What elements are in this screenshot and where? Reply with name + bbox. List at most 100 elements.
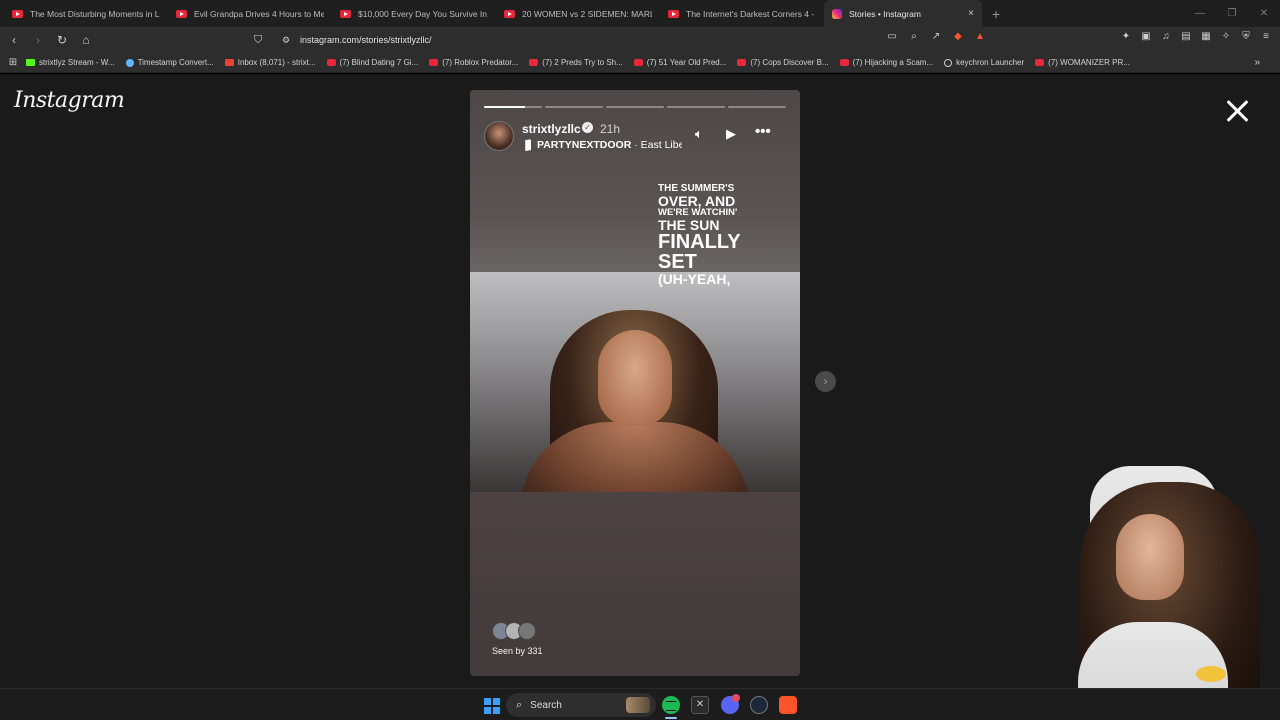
youtube-icon	[326, 59, 336, 66]
new-tab-button[interactable]: +	[992, 6, 1000, 22]
next-story-icon[interactable]: ›	[815, 371, 836, 392]
lyrics-line: SET	[658, 250, 697, 273]
youtube-icon	[1035, 59, 1045, 66]
url-text[interactable]: instagram.com/stories/strixtlyzllc/	[300, 35, 432, 45]
bookmark-label: (7) Blind Dating 7 Gi...	[339, 58, 419, 67]
bookmark-item[interactable]: (7) Hijacking a Scam...	[839, 58, 934, 67]
bookmark-label: (7) Roblox Predator...	[442, 58, 519, 67]
bookmark-item[interactable]: keychron Launcher	[944, 58, 1024, 67]
tab-title: Evil Grandpa Drives 4 Hours to Meet	[194, 8, 324, 19]
more-options-icon[interactable]: •••	[755, 123, 771, 140]
tab-title: Stories • Instagram	[849, 8, 921, 19]
sidebar-icon[interactable]: ▤	[1180, 31, 1192, 43]
terminal-icon[interactable]: ✕	[691, 696, 709, 714]
taskbar-search[interactable]: ⌕ Search	[506, 693, 656, 717]
bookmark-label: (7) 51 Year Old Pred...	[646, 58, 727, 67]
address-bar-actions: ▭ ⌕ ↗ ◆ ▲	[886, 31, 986, 43]
home-icon[interactable]: ⌂	[76, 33, 96, 47]
share-icon[interactable]: ↗	[930, 31, 942, 43]
story-author-avatar[interactable]	[484, 121, 514, 151]
brave-browser-icon[interactable]	[779, 696, 797, 714]
streamer-pendant	[1196, 666, 1226, 682]
forward-icon[interactable]: ›	[28, 33, 48, 47]
lyrics-line: FINALLY	[658, 230, 741, 253]
minimize-icon[interactable]: —	[1184, 0, 1216, 27]
tab-title: $10,000 Every Day You Survive In The	[358, 8, 488, 19]
play-icon[interactable]: ▶	[726, 126, 736, 142]
tab-list: The Most Disturbing Moments in Liv Evil G…	[4, 0, 982, 27]
screenshot-icon[interactable]: ▣	[1140, 31, 1152, 43]
story-viewer[interactable]: strixtlyzllc ✓ 21h ▐▍ PARTYNEXTDOOR · Ea…	[470, 90, 800, 676]
youtube-favicon-icon	[504, 9, 515, 18]
story-progress	[484, 106, 786, 108]
bookmark-item[interactable]: (7) 51 Year Old Pred...	[633, 58, 727, 67]
progress-segment	[545, 106, 603, 108]
bookmark-item[interactable]: (7) Cops Discover B...	[737, 58, 829, 67]
tab[interactable]: The Internet's Darkest Corners 4 - Yo	[660, 0, 824, 27]
bookmark-label: strixtlyz Stream - W...	[39, 58, 115, 67]
reload-icon[interactable]: ↻	[52, 33, 72, 47]
story-timestamp: 21h	[600, 122, 621, 136]
close-window-icon[interactable]: ✕	[1248, 0, 1280, 27]
close-tab-icon[interactable]: ×	[968, 8, 974, 19]
tab[interactable]: Evil Grandpa Drives 4 Hours to Meet	[168, 0, 332, 27]
bookmark-label: (7) WOMANIZER PR...	[1048, 58, 1130, 67]
back-icon[interactable]: ‹	[4, 33, 24, 47]
leo-ai-icon[interactable]: ✧	[1220, 31, 1232, 43]
web-icon	[944, 58, 953, 67]
progress-fill	[484, 106, 525, 108]
bookmark-item[interactable]: Inbox (8,071) - strixt...	[224, 58, 316, 67]
site-info-icon[interactable]: ⚙	[282, 35, 294, 46]
tab-title: 20 WOMEN vs 2 SIDEMEN: MARLON	[522, 8, 652, 19]
zoom-icon[interactable]: ⌕	[908, 31, 920, 43]
bookmark-label: (7) 2 Preds Try to Sh...	[542, 58, 623, 67]
progress-segment	[606, 106, 664, 108]
progress-segment	[667, 106, 725, 108]
more-bookmarks-icon[interactable]: »	[1254, 57, 1260, 68]
youtube-favicon-icon	[340, 9, 351, 18]
bookmark-item[interactable]: (7) 2 Preds Try to Sh...	[529, 58, 623, 67]
lyrics-line: OVER, AND	[658, 193, 736, 209]
tab[interactable]: 20 WOMEN vs 2 SIDEMEN: MARLON	[496, 0, 660, 27]
story-photo	[470, 272, 800, 492]
menu-icon[interactable]: ≡	[1260, 31, 1272, 43]
story-author-username[interactable]: strixtlyzllc	[522, 122, 581, 136]
bookmark-item[interactable]: (7) Blind Dating 7 Gi...	[326, 58, 419, 67]
extensions-icon[interactable]: ✦	[1120, 31, 1132, 43]
tab[interactable]: The Most Disturbing Moments in Liv	[4, 0, 168, 27]
person-face	[598, 330, 672, 426]
bookmark-label: (7) Hijacking a Scam...	[852, 58, 934, 67]
wallet-icon[interactable]: ▦	[1200, 31, 1212, 43]
tab-title: The Internet's Darkest Corners 4 - Yo	[686, 8, 816, 19]
close-story-icon[interactable]	[1224, 98, 1250, 124]
bookmark-item[interactable]: (7) Roblox Predator...	[429, 58, 518, 67]
apps-grid-icon[interactable]: ⊞	[0, 57, 26, 68]
bookmark-item[interactable]: strixtlyz Stream - W...	[26, 58, 115, 67]
restore-icon[interactable]: ❐	[1216, 0, 1248, 27]
streamer-face	[1116, 514, 1184, 600]
steam-icon[interactable]	[750, 696, 768, 714]
media-icon[interactable]: ♫	[1160, 31, 1172, 43]
brave-rewards-icon[interactable]: ▲	[974, 31, 986, 43]
bookmark-label: (7) Cops Discover B...	[750, 58, 829, 67]
bookmark-icon[interactable]: ⛉	[254, 34, 270, 47]
cast-icon[interactable]: ▭	[886, 31, 898, 43]
windows-start-icon[interactable]	[484, 698, 500, 714]
story-music[interactable]: PARTYNEXTDOOR · East Libe	[537, 139, 682, 151]
seen-by-count[interactable]: Seen by 331	[492, 646, 543, 656]
lyrics-line: (UH-YEAH,	[658, 270, 731, 287]
tab-active[interactable]: Stories • Instagram ×	[824, 0, 982, 27]
address-bar[interactable]: ⛉ ⚙ instagram.com/stories/strixtlyzllc/	[254, 30, 996, 50]
bookmark-item[interactable]: (7) WOMANIZER PR...	[1035, 58, 1130, 67]
brave-shields-icon[interactable]: ◆	[952, 31, 964, 43]
search-icon: ⌕	[516, 698, 523, 711]
tab[interactable]: $10,000 Every Day You Survive In The	[332, 0, 496, 27]
spotify-icon[interactable]	[662, 696, 680, 714]
vpn-icon[interactable]: ⛨	[1240, 31, 1252, 43]
volume-icon[interactable]: 🔈︎	[695, 126, 703, 142]
verified-badge-icon: ✓	[582, 122, 593, 133]
instagram-logo[interactable]: Instagram	[14, 88, 125, 113]
bookmark-item[interactable]: Timestamp Convert...	[125, 58, 214, 67]
tab-title: The Most Disturbing Moments in Liv	[30, 8, 160, 19]
viewer-avatars[interactable]	[492, 622, 542, 642]
